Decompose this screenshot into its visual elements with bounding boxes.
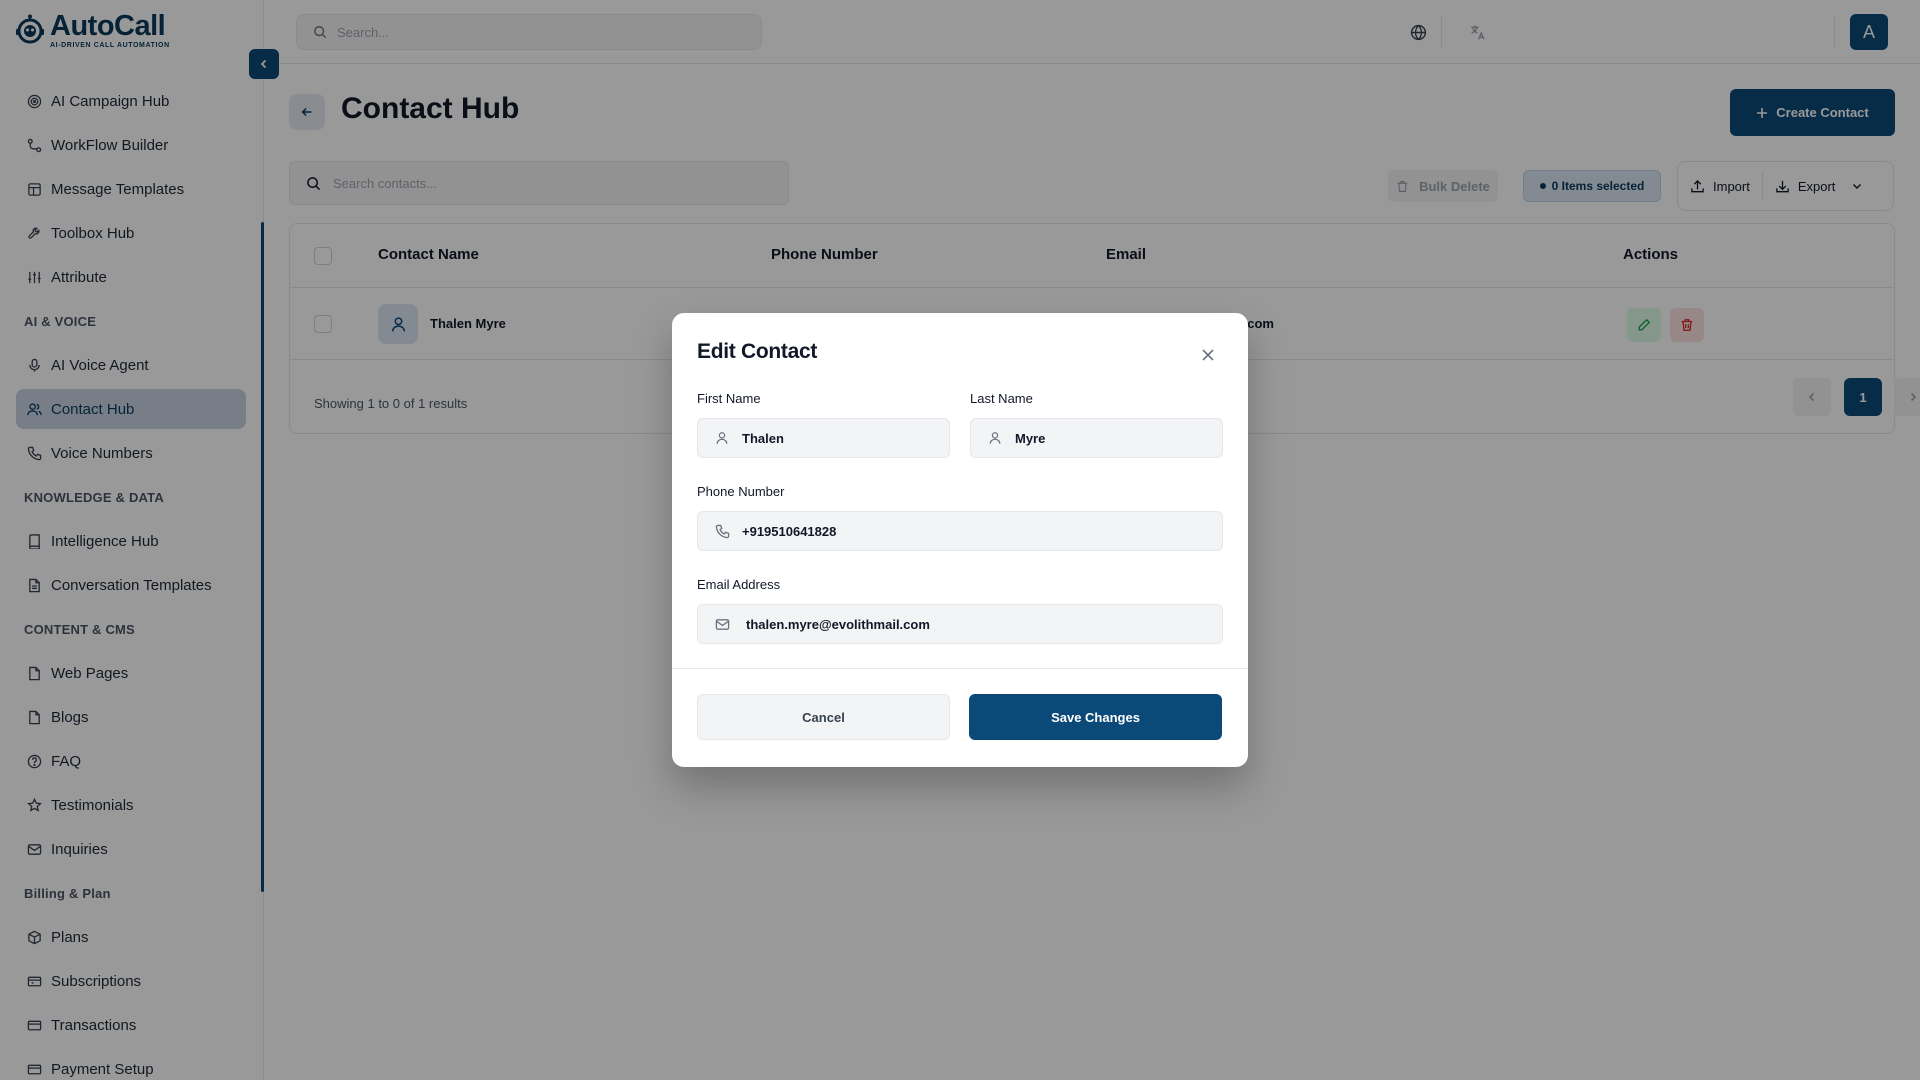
user-icon [714, 430, 730, 446]
last-name-label: Last Name [970, 391, 1033, 406]
first-name-value: Thalen [742, 430, 784, 446]
mail-icon [714, 616, 730, 632]
save-changes-button[interactable]: Save Changes [969, 694, 1222, 740]
edit-contact-dialog: Edit Contact First Name Thalen Last Name… [672, 313, 1248, 767]
cancel-button[interactable]: Cancel [697, 694, 950, 740]
email-address-field[interactable]: thalen.myre@evolithmail.com [697, 604, 1223, 644]
email-address-label: Email Address [697, 577, 781, 592]
dialog-footer-divider [672, 668, 1248, 669]
first-name-field[interactable]: Thalen [697, 418, 950, 458]
close-icon [1202, 349, 1214, 361]
close-dialog-button[interactable] [1196, 343, 1220, 367]
phone-icon [714, 523, 730, 539]
last-name-field[interactable]: Myre [970, 418, 1223, 458]
user-icon [987, 430, 1003, 446]
last-name-value: Myre [1015, 430, 1046, 446]
phone-number-label: Phone Number [697, 484, 785, 499]
first-name-label: First Name [697, 391, 761, 406]
phone-number-value: +919510641828 [742, 523, 837, 539]
dialog-title: Edit Contact [697, 340, 818, 363]
phone-number-field[interactable]: +919510641828 [697, 511, 1223, 551]
email-address-value: thalen.myre@evolithmail.com [746, 616, 930, 632]
